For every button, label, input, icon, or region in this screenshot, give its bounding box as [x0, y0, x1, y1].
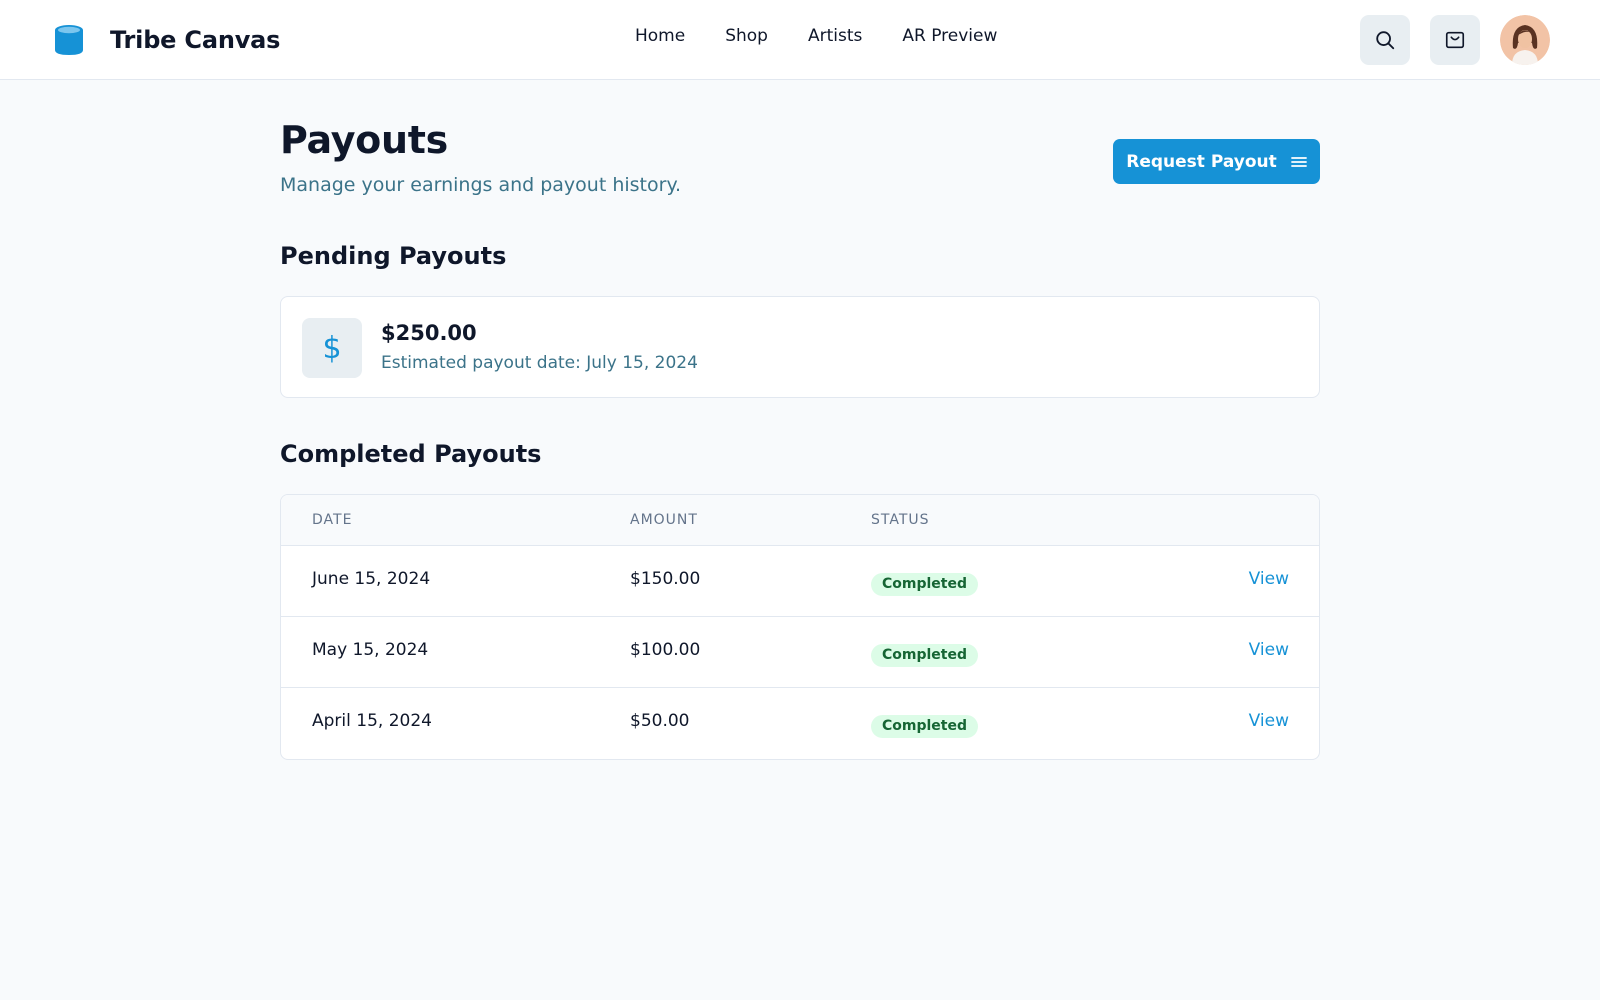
- cart-button[interactable]: [1430, 15, 1480, 65]
- dollar-icon: $: [302, 318, 362, 378]
- page-subtitle: Manage your earnings and payout history.: [280, 174, 682, 196]
- user-photo-icon: [1500, 15, 1550, 65]
- menu-icon: [1290, 156, 1307, 167]
- pending-payout-card: $ $250.00 Estimated payout date: July 15…: [280, 296, 1320, 398]
- pending-payout-date: Estimated payout date: July 15, 2024: [381, 353, 698, 373]
- view-payout-link[interactable]: View: [1249, 711, 1289, 731]
- main-nav: Home Shop Artists AR Preview: [635, 26, 997, 46]
- pending-payouts-heading: Pending Payouts: [280, 242, 507, 270]
- payout-date: May 15, 2024: [312, 640, 429, 660]
- nav-artists-link[interactable]: Artists: [808, 26, 862, 46]
- payout-date: June 15, 2024: [312, 569, 431, 589]
- completed-payouts-table: DATE AMOUNT STATUS June 15, 2024 $150.00…: [280, 494, 1320, 760]
- brand-name: Tribe Canvas: [110, 26, 281, 54]
- table-row: April 15, 2024 $50.00 Completed View: [281, 688, 1319, 759]
- table-row: June 15, 2024 $150.00 Completed View: [281, 546, 1319, 617]
- status-badge: Completed: [871, 573, 979, 596]
- payout-amount: $150.00: [630, 569, 701, 589]
- payout-amount: $100.00: [630, 640, 701, 660]
- top-navigation-bar: Tribe Canvas Home Shop Artists AR Previe…: [0, 0, 1600, 80]
- payout-amount: $50.00: [630, 711, 690, 731]
- view-payout-link[interactable]: View: [1249, 569, 1289, 589]
- column-header-date: DATE: [312, 512, 353, 528]
- search-icon: [1376, 31, 1395, 50]
- payout-date: April 15, 2024: [312, 711, 432, 731]
- avatar[interactable]: [1500, 15, 1550, 65]
- nav-home-link[interactable]: Home: [635, 26, 685, 46]
- pending-amount: $250.00: [381, 321, 477, 345]
- brand[interactable]: Tribe Canvas: [54, 24, 280, 56]
- status-badge: Completed: [871, 715, 979, 738]
- status-badge: Completed: [871, 644, 979, 667]
- nav-shop-link[interactable]: Shop: [725, 26, 768, 46]
- column-header-amount: AMOUNT: [630, 512, 698, 528]
- column-header-status: STATUS: [871, 512, 930, 528]
- nav-ar-preview-link[interactable]: AR Preview: [902, 26, 997, 46]
- request-payout-button[interactable]: Request Payout: [1113, 139, 1320, 184]
- view-payout-link[interactable]: View: [1249, 640, 1289, 660]
- search-button[interactable]: [1360, 15, 1410, 65]
- table-row: May 15, 2024 $100.00 Completed View: [281, 617, 1319, 688]
- shopping-bag-icon: [1445, 31, 1465, 49]
- page-title: Payouts: [280, 118, 448, 162]
- completed-payouts-heading: Completed Payouts: [280, 440, 542, 468]
- request-payout-label: Request Payout: [1126, 151, 1277, 172]
- table-header: DATE AMOUNT STATUS: [281, 495, 1319, 546]
- logo-icon: [55, 25, 83, 55]
